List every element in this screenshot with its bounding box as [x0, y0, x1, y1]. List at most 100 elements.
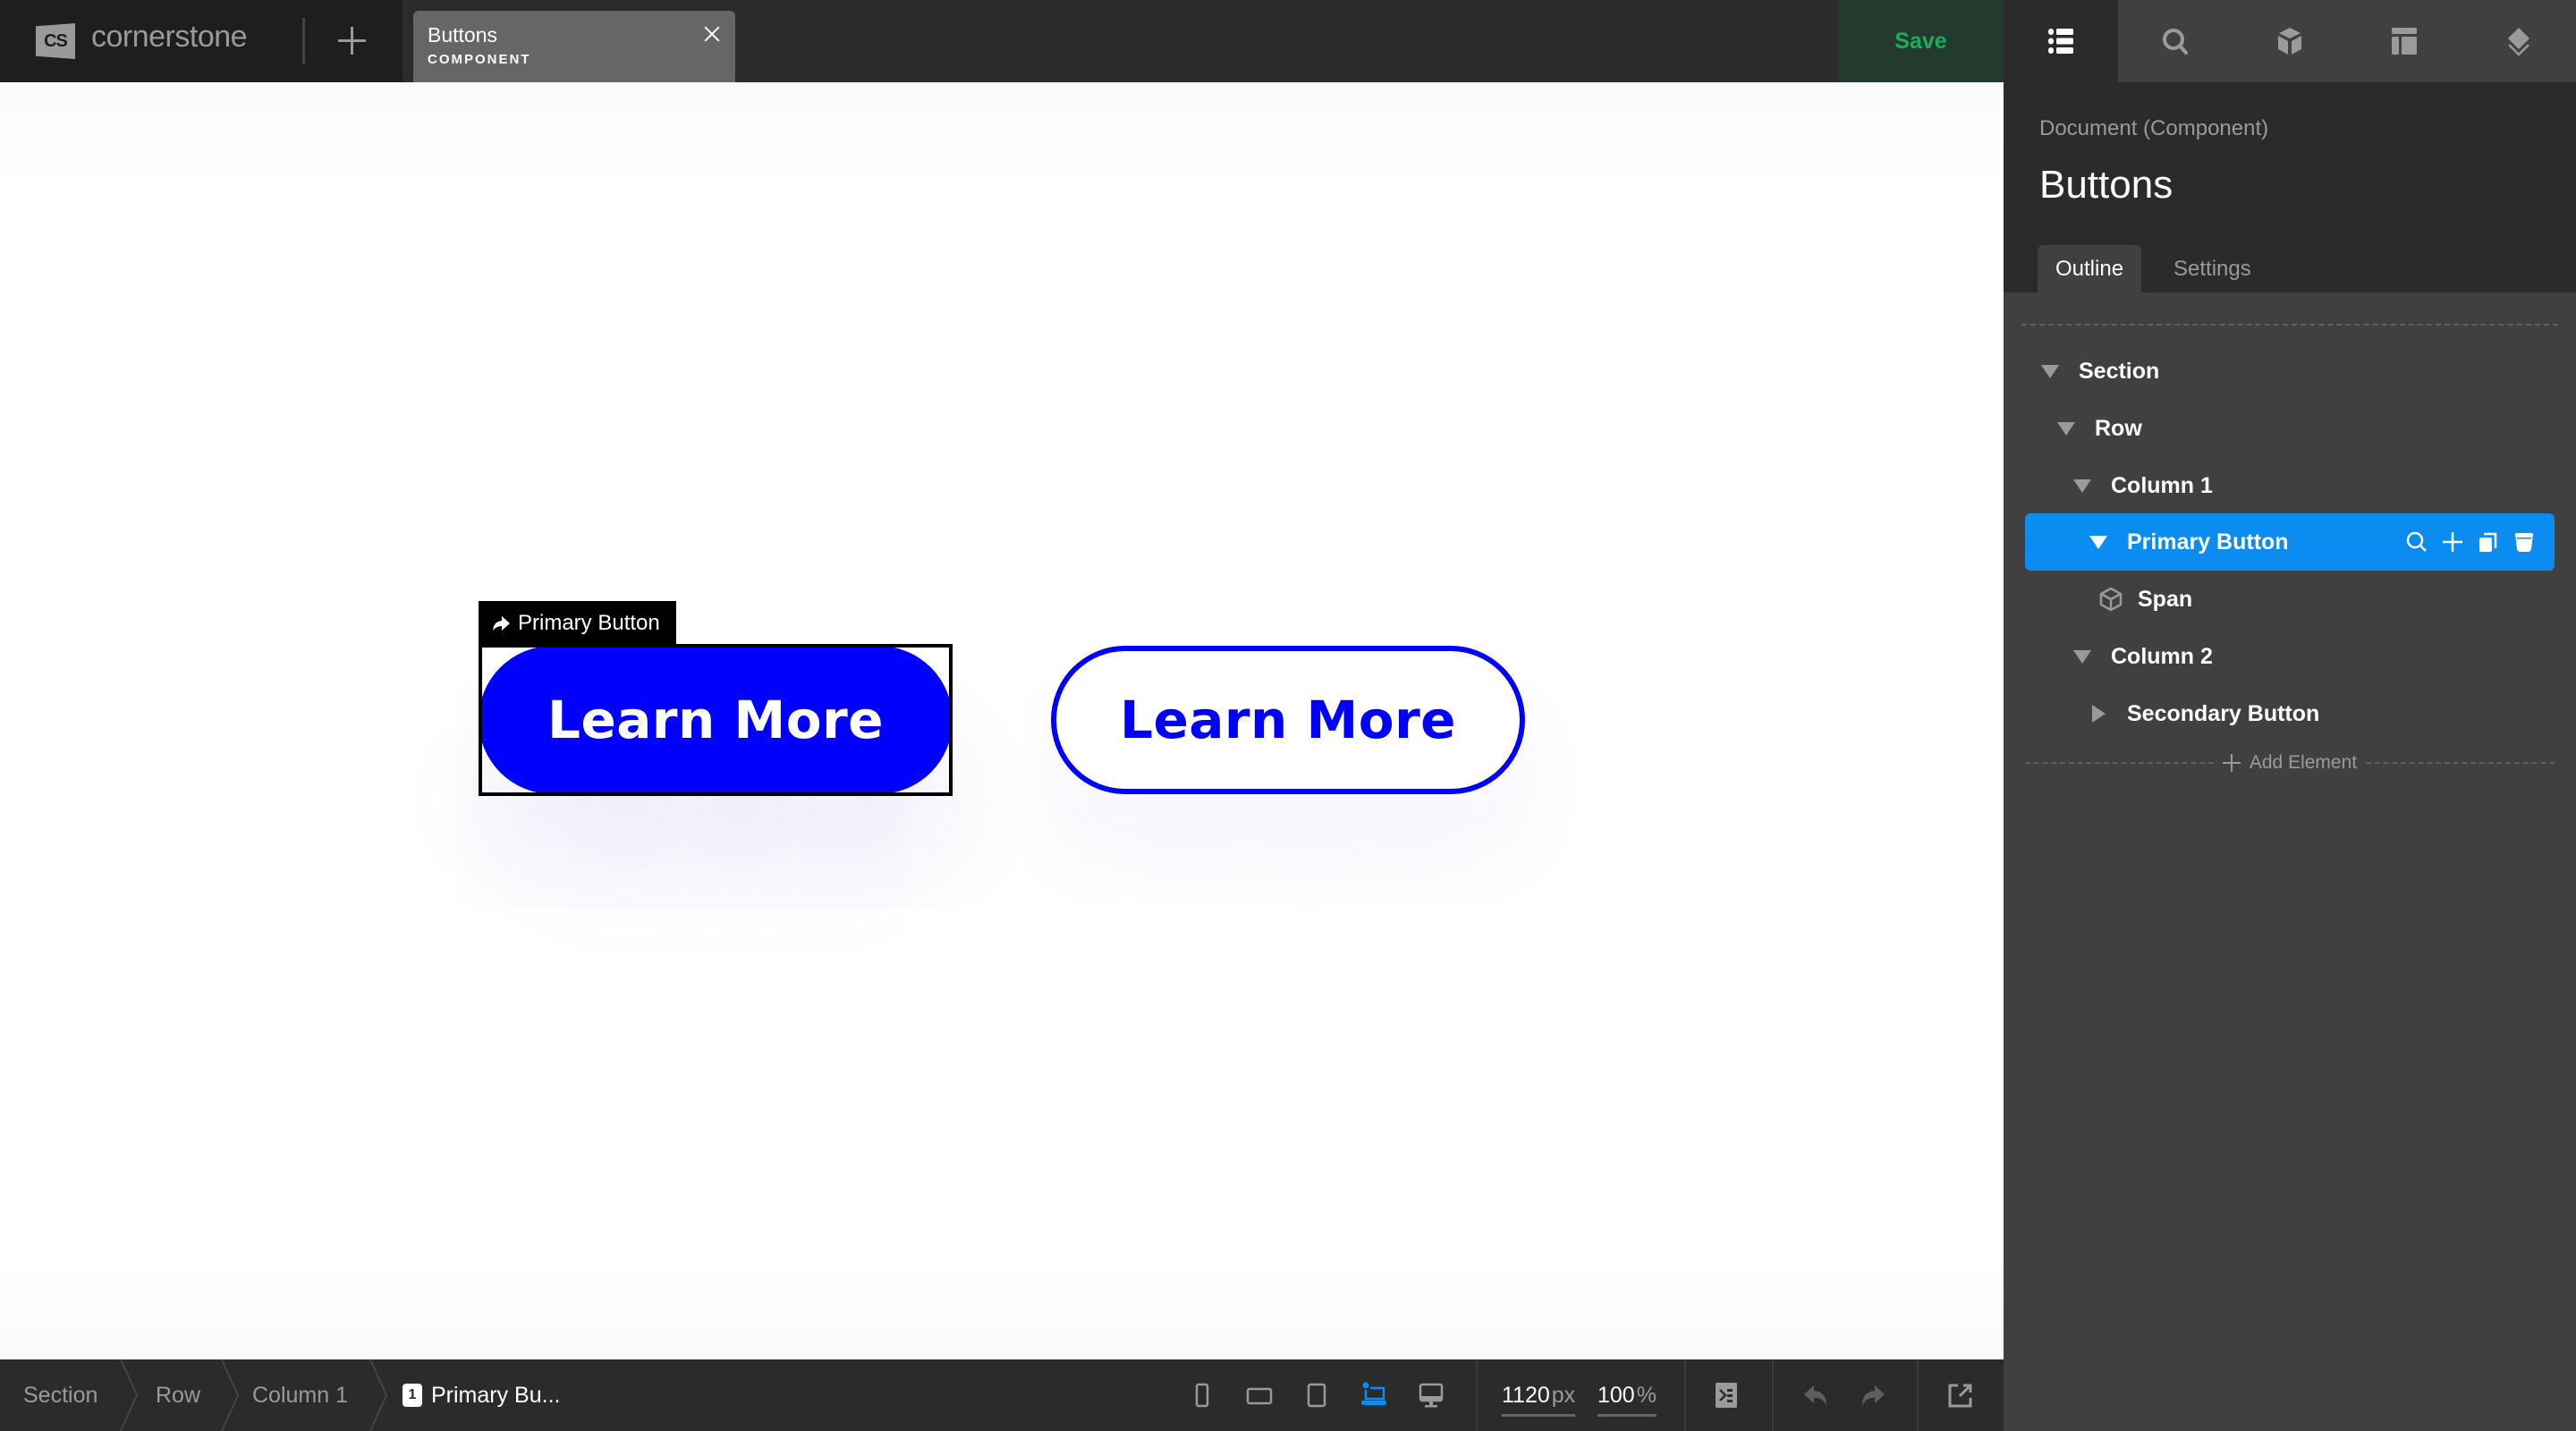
outline-item-label: Section — [2079, 358, 2160, 384]
collapse-toggle-icon[interactable] — [2041, 364, 2059, 378]
search-icon — [2163, 29, 2188, 55]
expand-toggle-icon[interactable] — [2092, 705, 2106, 723]
external-link-icon — [1948, 1384, 1972, 1408]
outline-item-label: Span — [2138, 586, 2193, 612]
outline-item-span[interactable]: Span — [2025, 571, 2555, 628]
device-switcher — [1174, 1359, 1460, 1431]
delete-icon — [2515, 533, 2533, 552]
new-document-button[interactable] — [329, 18, 374, 63]
device-phone-landscape-button[interactable] — [1231, 1359, 1288, 1431]
plus-icon — [2222, 754, 2241, 772]
collapse-toggle-icon[interactable] — [2089, 535, 2107, 549]
close-tab-icon[interactable] — [699, 21, 724, 47]
outline-item-label: Column 2 — [2111, 643, 2213, 669]
add-element-label: Add Element — [2249, 752, 2358, 773]
outline-item-label: Primary Button — [2127, 529, 2289, 555]
tab-layers[interactable] — [2462, 0, 2576, 82]
code-editor-button[interactable] — [1698, 1359, 1755, 1431]
outline-item-secondary-button[interactable]: Secondary Button — [2025, 685, 2555, 742]
sidebar-tab-bar — [2004, 0, 2576, 82]
collapse-toggle-icon[interactable] — [2057, 421, 2075, 436]
document-type: Document (Component) — [2039, 116, 2269, 140]
tab-search[interactable] — [2118, 0, 2233, 82]
breadcrumb-separator — [120, 1359, 139, 1431]
selection-label[interactable]: Primary Button — [479, 601, 676, 646]
outline-item-column-1[interactable]: Column 1 — [2025, 457, 2555, 514]
device-tablet-button[interactable] — [1288, 1359, 1345, 1431]
code-icon — [1716, 1383, 1737, 1408]
primary-button[interactable]: Learn More — [479, 646, 953, 794]
secondary-button[interactable]: Learn More — [1051, 646, 1525, 794]
outline-item-column-2[interactable]: Column 2 — [2025, 628, 2555, 685]
history-group — [1787, 1359, 1902, 1431]
bottom-bar: Section Row Column 1 1 Primary Bu... 112… — [0, 1359, 2004, 1431]
add-child-button[interactable] — [2440, 529, 2465, 555]
list-icon — [2048, 29, 2073, 54]
duplicate-button[interactable] — [2476, 529, 2501, 555]
divider — [1476, 1359, 1478, 1431]
inspect-button[interactable] — [2404, 529, 2429, 555]
breadcrumb-label: Primary Bu... — [431, 1382, 561, 1408]
top-bar: CS cornerstone Buttons COMPONENT Save — [0, 0, 2004, 82]
open-preview-button[interactable] — [1932, 1359, 1989, 1431]
viewport-width-value: 1120 — [1502, 1383, 1550, 1408]
breadcrumb-separator — [221, 1359, 240, 1431]
brand-area: CS cornerstone — [0, 0, 402, 82]
save-button[interactable]: Save — [1838, 0, 2004, 82]
phone-icon — [1195, 1383, 1209, 1408]
sidebar: Document (Component) Buttons Outline Set… — [2004, 82, 2576, 1431]
document-title: Buttons — [2039, 163, 2174, 207]
desktop-icon — [1419, 1383, 1444, 1408]
zoom-value: 100 — [1597, 1383, 1635, 1408]
code-editor-group — [1698, 1359, 1755, 1431]
layout-icon — [2392, 28, 2417, 55]
breadcrumb-section[interactable]: Section — [23, 1359, 97, 1431]
cube-icon — [2278, 28, 2301, 55]
canvas-page: Learn More Primary Button Learn More — [0, 82, 2004, 1359]
breadcrumb-column-1[interactable]: Column 1 — [252, 1359, 348, 1431]
document-tab[interactable]: Buttons COMPONENT — [413, 11, 735, 82]
zoom-input[interactable]: 100% — [1597, 1377, 1657, 1417]
delete-button[interactable] — [2512, 529, 2537, 555]
divider — [1917, 1359, 1919, 1431]
tablet-icon — [1307, 1383, 1326, 1408]
logo-mark-icon: CS — [36, 23, 75, 59]
breadcrumb-row[interactable]: Row — [156, 1359, 200, 1431]
outline-item-label: Row — [2095, 415, 2142, 441]
divider — [1684, 1359, 1686, 1431]
document-tab-title: Buttons — [428, 23, 497, 47]
sidebar-header: Document (Component) Buttons Outline Set… — [2004, 82, 2576, 292]
divider — [302, 18, 305, 64]
preview-canvas[interactable]: Learn More Primary Button Learn More — [0, 82, 2004, 1359]
add-element-content: Add Element — [2214, 752, 2366, 774]
breadcrumb-separator — [369, 1359, 388, 1431]
laptop-icon — [1361, 1382, 1386, 1405]
share-arrow-icon — [493, 616, 510, 631]
tab-outline-panel[interactable]: Outline — [2038, 245, 2142, 292]
collapse-toggle-icon[interactable] — [2073, 649, 2091, 664]
redo-icon — [1862, 1385, 1885, 1406]
device-laptop-button[interactable] — [1345, 1359, 1402, 1431]
duplicate-icon — [2479, 532, 2497, 552]
outline-item-section[interactable]: Section — [2025, 343, 2555, 400]
device-phone-button[interactable] — [1174, 1359, 1231, 1431]
outline-item-primary-button[interactable]: Primary Button — [2025, 513, 2555, 571]
tab-settings-panel[interactable]: Settings — [2156, 245, 2269, 292]
viewport-width-unit: px — [1551, 1383, 1576, 1408]
preview-group — [1932, 1359, 1989, 1431]
tab-outline[interactable] — [2004, 0, 2118, 82]
device-desktop-button[interactable] — [1402, 1359, 1460, 1431]
element-cube-icon — [2099, 587, 2123, 612]
undo-icon — [1804, 1385, 1826, 1406]
viewport-width-input[interactable]: 1120 px — [1502, 1377, 1576, 1417]
tab-elements[interactable] — [2233, 0, 2347, 82]
tab-layout[interactable] — [2347, 0, 2462, 82]
add-element-button[interactable]: Add Element — [2025, 751, 2555, 775]
breadcrumb-primary-button[interactable]: 1 Primary Bu... — [402, 1359, 560, 1431]
outline-item-row[interactable]: Row — [2025, 400, 2555, 457]
undo-button[interactable] — [1787, 1359, 1844, 1431]
zoom-unit: % — [1636, 1383, 1657, 1408]
redo-button[interactable] — [1844, 1359, 1902, 1431]
collapse-toggle-icon[interactable] — [2073, 478, 2091, 493]
add-icon — [2443, 532, 2462, 552]
